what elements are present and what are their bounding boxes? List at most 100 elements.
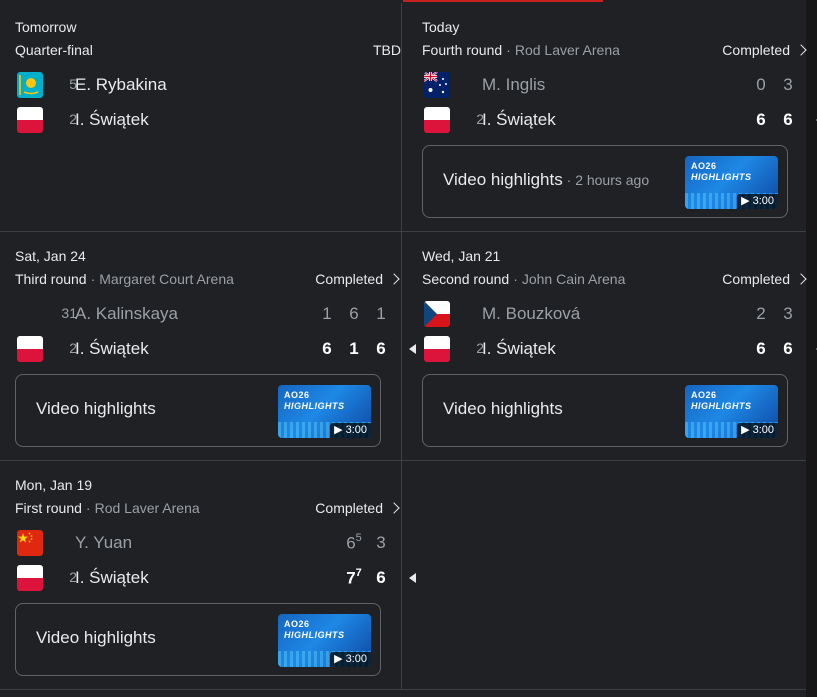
match-card[interactable]: Sat, Jan 24 Third round · Margaret Court Ar… [15,248,416,448]
player-row: 5 E. Rybakina [15,72,401,98]
chevron-right-icon [795,273,807,285]
player-seed: 2 [476,111,484,127]
set-score-value: 6 [756,339,766,358]
video-age-text: 2 hours ago [575,172,650,188]
chevron-right-icon [795,44,807,56]
player-name[interactable]: I. Świątek [75,110,149,130]
set-score-value: 1 [349,339,359,358]
status-label: Completed [722,271,790,287]
chevron-right-icon [388,273,400,285]
match-date: Today [422,19,460,35]
set-score-value: 3 [783,304,793,323]
player-name[interactable]: M. Bouzková [482,304,580,324]
player-name[interactable]: Y. Yuan [75,533,132,553]
player-seed: 2 [69,569,77,585]
czechia-flag-icon [424,301,450,327]
set-score-value: 1 [376,304,386,323]
player-seed: 31 [61,305,77,321]
player-name[interactable]: M. Inglis [482,75,545,95]
video-highlights-card[interactable]: Video highlights AO26 HIGHLIGHTS ▶ 3:00 [15,603,381,676]
match-status[interactable]: Completed [722,42,808,58]
player-name[interactable]: E. Rybakina [75,75,167,95]
set-score: 0 [753,75,769,95]
set-score: 3 [373,533,389,553]
video-thumbnail[interactable]: AO26 HIGHLIGHTS ▶ 3:00 [685,156,778,209]
thumbnail-logo-text: AO26 [284,619,310,629]
player-row: 2 I. Świątek 6 6 [422,107,817,133]
set-score-value: 3 [376,533,386,552]
match-card[interactable]: Wed, Jan 21 Second round · John Cain Arena C… [422,248,817,448]
poland-flag-icon [424,107,450,133]
video-highlights-text: Video highlights [36,628,156,647]
match-date: Wed, Jan 21 [422,248,501,264]
set-score-value: 1 [322,304,332,323]
video-highlights-card[interactable]: Video highlights AO26 HIGHLIGHTS ▶ 3:00 [422,374,788,447]
video-highlights-card[interactable]: Video highlights · 2 hours ago AO26 HIGHLI… [422,145,788,218]
player-name[interactable]: I. Świątek [482,110,556,130]
set-score: 3 [780,75,796,95]
match-status[interactable]: Completed [722,271,808,287]
round-name: First round [15,500,82,516]
set-score: 1 [319,304,335,324]
set-score: 3 [780,304,796,324]
match-date: Tomorrow [15,19,77,35]
set-score: 6 [753,339,769,359]
round-name: Second round [422,271,510,287]
video-highlights-text: Video highlights [443,399,563,418]
video-thumbnail[interactable]: AO26 HIGHLIGHTS ▶ 3:00 [685,385,778,438]
set-score-value: 6 [756,110,766,129]
match-card[interactable]: Today Fourth round · Rod Laver Arena Complet… [422,19,817,219]
match-status[interactable]: Completed [315,271,401,287]
set-score: 1 [373,304,389,324]
set-score: 6 [346,304,362,324]
player-row: 2 I. Świątek 6 6 [422,336,817,362]
set-score: 6 [319,339,335,359]
set-score-value: 6 [349,304,359,323]
set-score: 2 [753,304,769,324]
video-highlights-label: Video highlights [36,628,156,648]
thumbnail-title-text: HIGHLIGHTS [284,630,345,640]
video-duration: ▶ 3:00 [737,194,778,209]
player-row: M. Inglis 0 3 [422,72,808,98]
thumbnail-title-text: HIGHLIGHTS [284,401,345,411]
separator-dot: · [513,271,518,287]
match-status: TBD [373,42,401,58]
winner-indicator-icon [409,573,416,583]
player-name[interactable]: A. Kalinskaya [75,304,178,324]
player-seed: 5 [69,76,77,92]
thumbnail-logo-text: AO26 [284,390,310,400]
venue-name: Rod Laver Arena [514,42,620,58]
player-seed: 2 [69,340,77,356]
set-score: 6 [373,568,389,588]
set-score-value: 6 [783,339,793,358]
match-card[interactable]: Tomorrow Quarter-final TBD 5 E. Rybakina 2 I. … [15,19,401,219]
player-name[interactable]: I. Świątek [482,339,556,359]
video-highlights-card[interactable]: Video highlights AO26 HIGHLIGHTS ▶ 3:00 [15,374,381,447]
round-name: Quarter-final [15,42,93,58]
match-status[interactable]: Completed [315,500,401,516]
video-highlights-label: Video highlights [36,399,156,419]
video-age: · 2 hours ago [563,172,650,188]
video-thumbnail[interactable]: AO26 HIGHLIGHTS ▶ 3:00 [278,614,371,667]
round-name: Third round [15,271,87,287]
video-duration: ▶ 3:00 [737,423,778,438]
set-score-value: 6 [783,110,793,129]
player-seed: 2 [476,340,484,356]
row-divider [0,689,806,690]
set-score: 1 [346,339,362,359]
player-name[interactable]: I. Świątek [75,568,149,588]
match-card[interactable]: Mon, Jan 19 First round · Rod Laver Arena Co… [15,477,416,677]
player-name[interactable]: I. Świątek [75,339,149,359]
video-thumbnail[interactable]: AO26 HIGHLIGHTS ▶ 3:00 [278,385,371,438]
player-row: M. Bouzková 2 3 [422,301,808,327]
player-seed: 2 [69,111,77,127]
set-score: 6 [780,110,796,130]
thumbnail-logo-text: AO26 [691,390,717,400]
video-highlights-label: Video highlights · 2 hours ago [443,170,649,190]
set-score: 6 [753,110,769,130]
china-flag-icon [17,530,43,556]
set-score: 6 [373,339,389,359]
player-row: 2 I. Świątek [15,107,401,133]
set-score: 6 [780,339,796,359]
set-score: 65 [342,532,366,554]
